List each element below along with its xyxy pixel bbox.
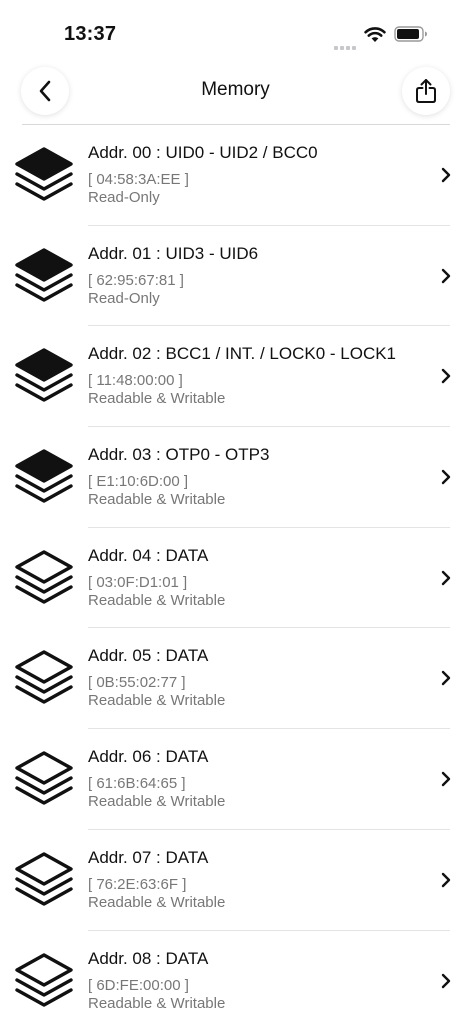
row-value: [ 61:6B:64:65 ] <box>88 775 186 793</box>
row-value: [ 76:2E:63:6F ] <box>88 875 187 893</box>
memory-row-08[interactable]: Addr. 08 : DATA [ 6D:FE:00:00 ] Readable… <box>0 931 471 1024</box>
row-value: [ 0B:55:02:77 ] <box>88 674 186 692</box>
layers-outline-icon <box>15 751 73 805</box>
layers-outline-icon <box>15 952 73 1007</box>
row-access: Readable & Writable <box>88 591 226 609</box>
row-access: Readable & Writable <box>88 390 226 408</box>
layers-outline-icon <box>15 550 73 604</box>
status-bar: 13:37 <box>0 0 471 60</box>
row-title: Addr. 01 : UID3 - UID6 <box>88 243 259 263</box>
memory-row-00[interactable]: Addr. 00 : UID0 - UID2 / BCC0 [ 04:58:3A… <box>0 125 471 226</box>
memory-row-04[interactable]: Addr. 04 : DATA [ 03:0F:D1:01 ] Readable… <box>0 528 471 629</box>
share-icon <box>416 79 436 103</box>
row-title: Addr. 07 : DATA <box>88 847 209 867</box>
row-title: Addr. 03 : OTP0 - OTP3 <box>88 445 270 465</box>
memory-row-06[interactable]: Addr. 06 : DATA [ 61:6B:64:65 ] Readable… <box>0 729 471 830</box>
layers-filled-icon <box>15 247 73 302</box>
row-value: [ 62:95:67:81 ] <box>88 271 184 289</box>
row-title: Addr. 04 : DATA <box>88 545 209 565</box>
chevron-right-icon <box>441 771 451 787</box>
wifi-icon <box>364 27 386 42</box>
chevron-right-icon <box>441 570 451 585</box>
layers-filled-icon <box>15 147 73 201</box>
row-access: Read-Only <box>88 189 160 206</box>
memory-row-05[interactable]: Addr. 05 : DATA [ 0B:55:02:77 ] Readable… <box>0 628 471 730</box>
row-access: Readable & Writable <box>88 893 226 911</box>
memory-screen: 13:37 Memory Addr. 00: UID0 - UID2 / BC… <box>0 0 471 1024</box>
layers-outline-icon <box>15 852 73 906</box>
row-access: Readable & Writable <box>88 994 226 1012</box>
navigation-bar: Memory <box>0 60 471 122</box>
layers-outline-icon <box>15 650 73 705</box>
row-value: [ 6D:FE:00:00 ] <box>88 976 189 994</box>
battery-icon <box>394 26 427 42</box>
row-title: Addr. 06 : DATA <box>88 747 209 767</box>
row-title: Addr. 05 : DATA <box>88 646 209 666</box>
row-access: Readable & Writable <box>88 491 226 509</box>
layers-filled-icon <box>15 348 73 403</box>
row-title: Addr. 00 : UID0 - UID2 / BCC0 <box>88 143 318 162</box>
chevron-right-icon <box>441 369 451 384</box>
memory-list: Addr. 00 : UID0 - UID2 / BCC0 [ 04:58:3A… <box>0 125 471 1024</box>
row-value: [ E1:10:6D:00 ] <box>88 473 189 491</box>
share-button[interactable] <box>402 67 450 115</box>
page-title: Memory <box>201 79 270 100</box>
chevron-right-icon <box>441 872 451 888</box>
memory-row-02[interactable]: Addr. 02 : BCC1 / INT. / LOCK0 - LOCK1 [… <box>0 326 471 428</box>
chevron-right-icon <box>441 671 451 686</box>
chevron-right-icon <box>441 268 451 283</box>
memory-row-07[interactable]: Addr. 07 : DATA [ 76:2E:63:6F ] Readable… <box>0 830 471 931</box>
row-value: [ 03:0F:D1:01 ] <box>88 573 188 591</box>
layers-filled-icon <box>15 449 73 503</box>
row-value: [ 04:58:3A:EE ] <box>88 171 189 188</box>
row-title: Addr. 08 : DATA <box>88 948 209 968</box>
row-value: [ 11:48:00:00 ] <box>88 372 183 390</box>
row-access: Readable & Writable <box>88 793 226 811</box>
row-access: Readable & Writable <box>88 692 226 710</box>
chevron-right-icon <box>441 167 451 183</box>
memory-row-03[interactable]: Addr. 03 : OTP0 - OTP3 [ E1:10:6D:00 ] R… <box>0 427 471 528</box>
chevron-right-icon <box>441 973 451 988</box>
row-access: Read-Only <box>88 289 160 307</box>
signal-dots-icon <box>334 37 358 50</box>
row-title: Addr. 02 : BCC1 / INT. / LOCK0 - LOCK1 <box>88 344 397 364</box>
memory-row-01[interactable]: Addr. 01 : UID3 - UID6 [ 62:95:67:81 ] R… <box>0 226 471 327</box>
status-time: 13:37 <box>64 23 117 45</box>
chevron-right-icon <box>441 469 451 485</box>
